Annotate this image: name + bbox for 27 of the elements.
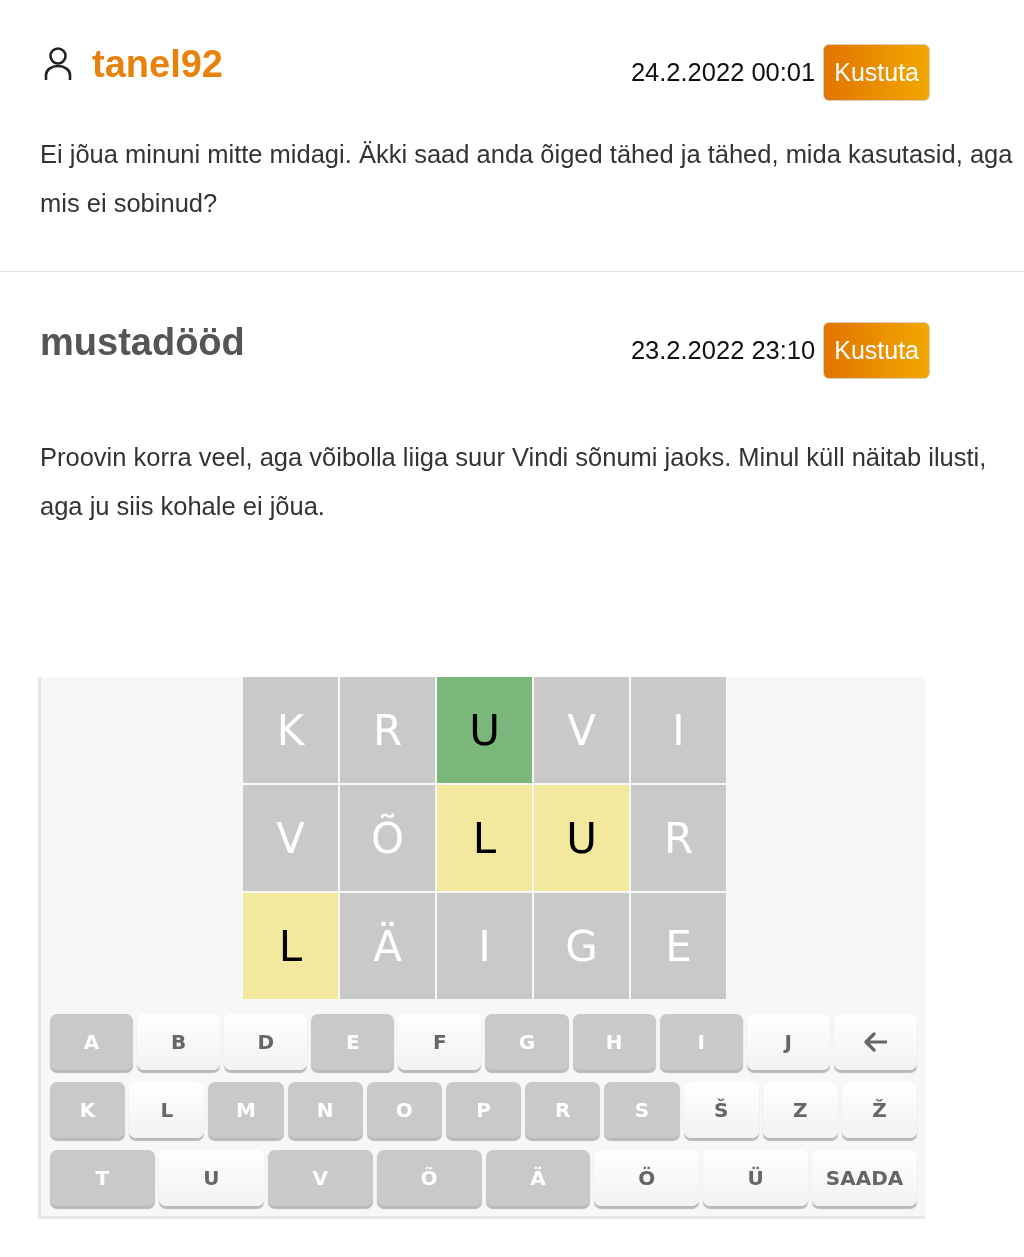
letter-key[interactable]: J xyxy=(746,1014,830,1070)
letter-key[interactable]: Ž xyxy=(841,1082,918,1138)
letter-key[interactable]: Z xyxy=(762,1082,838,1138)
delete-button[interactable]: Kustuta xyxy=(823,322,930,379)
comment-text: Proovin korra veel, aga võibolla liiga suur Vindi sõnumi jaoks. Minul küll näitab ilusti, aga ju siis kohale ei jõua. xyxy=(40,442,988,522)
left-arrow-icon xyxy=(863,1032,888,1052)
backspace-key[interactable] xyxy=(833,1014,917,1070)
comment-date: 23.2.2022 23:10 xyxy=(630,336,816,365)
letter-key[interactable]: Š xyxy=(683,1082,759,1138)
letter-tile: U xyxy=(534,785,629,891)
submit-key[interactable]: SAADA xyxy=(812,1150,917,1206)
letter-key[interactable]: F xyxy=(398,1014,482,1070)
letter-tile: U xyxy=(437,677,532,783)
user-icon xyxy=(44,47,72,81)
letter-key[interactable]: Ü xyxy=(703,1150,809,1206)
letter-key[interactable]: D xyxy=(224,1014,308,1070)
letter-key[interactable]: B xyxy=(137,1014,221,1070)
letter-key[interactable]: Ö xyxy=(594,1150,700,1206)
comment-date: 24.2.2022 00:01 xyxy=(630,58,816,87)
letter-key[interactable]: U xyxy=(158,1150,264,1206)
author-name: mustadööd xyxy=(40,322,245,362)
letter-key[interactable]: L xyxy=(129,1082,205,1138)
author-name: tanel92 xyxy=(92,44,223,84)
letter-tile: L xyxy=(243,893,338,999)
letter-tile: L xyxy=(437,785,532,891)
comment-text: Ei jõua minuni mitte midagi. Äkki saad anda õiged tähed ja tähed, mida kasutasid, aga mis ei sobinud? xyxy=(40,139,1014,219)
delete-button[interactable]: Kustuta xyxy=(823,44,930,101)
